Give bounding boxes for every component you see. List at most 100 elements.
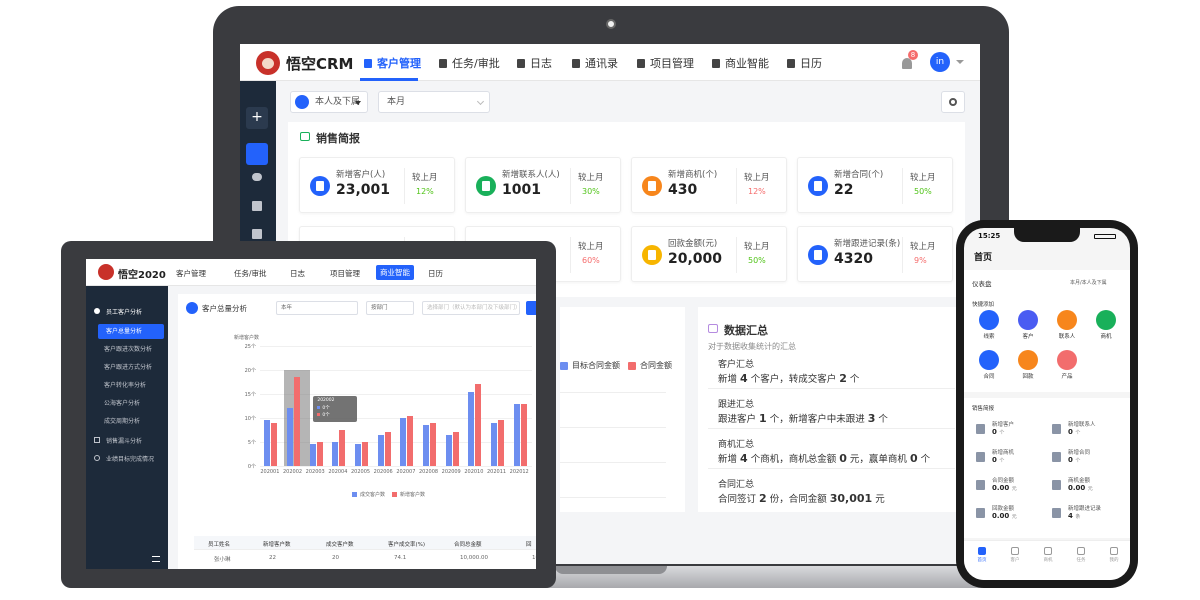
search-button[interactable] [526,301,536,315]
tablet-nav-calendar[interactable]: 日历 [428,268,443,279]
tab-4[interactable]: 任务 [1071,547,1091,563]
quick-add-label: 商机 [1100,334,1112,340]
tab-3[interactable]: 商机 [1038,547,1058,563]
report-value: 0 [992,456,997,464]
chart-tooltip: 202002 0个 0个 [313,396,358,422]
report-icon[interactable] [252,229,262,239]
nav-log[interactable]: 日志 [517,55,552,71]
bar-新增客户数 [407,415,414,466]
dashboard-filter[interactable]: 本月/本人及下属 [1070,279,1107,286]
report-item-icon [1052,424,1061,434]
kpi-compare-label: 较上月 [910,173,936,183]
tab-label: 我的 [1109,558,1119,563]
report-value: 0.00 [1068,484,1086,492]
grid-line [560,497,666,498]
quick-add-5[interactable]: 合同 [974,350,1004,380]
nav-customer[interactable]: 客户管理 [364,55,421,71]
summary-text: 个 [846,374,860,385]
tooltip-row: 0个 [317,412,330,418]
nav-contacts[interactable]: 通讯录 [572,55,618,71]
summary-section-text: 跟进客户 1 个，新增客户中未跟进 3 个 [718,411,888,425]
x-tick-label: 202011 [487,469,507,475]
quick-add-3[interactable]: 联系人 [1052,310,1082,340]
top-nav-bar: 悟空CRM 客户管理 任务/审批 日志 通讯录 项目管理 商业智能 日历 8 i… [240,44,980,81]
sidebar-item-conversion[interactable]: 客户转化率分析 [86,378,168,393]
summary-text: 跟进客户 [718,414,760,425]
quick-add-1[interactable]: 线索 [974,310,1004,340]
report-icon [300,132,310,141]
report-item-label: 新增客户 [992,422,1015,428]
sidebar-item-public[interactable]: 公海客户分析 [86,396,168,411]
report-unit: 个 [999,458,1005,464]
kpi-divider [404,168,405,204]
scope-select[interactable]: 本人及下属 [290,91,368,113]
tablet-nav-log[interactable]: 日志 [290,268,305,279]
kpi-divider [570,237,571,273]
quick-add-icon [1057,310,1077,330]
bar-成交客户数 [332,442,339,466]
quick-add-6[interactable]: 回款 [1013,350,1043,380]
tablet-nav-tasks[interactable]: 任务/审批 [234,268,267,279]
dashboard-icon[interactable] [246,143,268,165]
dept-picker[interactable]: 选择部门（默认为本部门及下级部门） [422,301,520,315]
sidebar-item-follow-method[interactable]: 客户跟进方式分析 [86,360,168,375]
tablet-nav-bi[interactable]: 商业智能 [376,265,414,280]
bar-成交客户数 [513,403,520,466]
nav-label: 日历 [800,57,822,70]
sidebar-item-total[interactable]: 客户总量分析 [98,324,164,339]
sidebar-item-cycle[interactable]: 成交周期分析 [86,414,168,429]
user-icon [94,308,100,314]
tablet-main: 客户总量分析 本年 按部门 选择部门（默认为本部门及下级部门） 新增客户数 25… [178,294,536,569]
period-select[interactable]: 本月 [378,91,490,113]
avatar[interactable]: in [930,52,950,72]
quick-add-7[interactable]: 产品 [1052,350,1082,380]
sidebar-group-funnel[interactable]: 销售漏斗分析 [106,436,142,445]
nav-label: 商业智能 [725,57,769,70]
tablet-top-bar: 悟空2020 客户管理 任务/审批 日志 项目管理 商业智能 日历 [86,259,536,286]
report-item-label: 合同金额 [992,478,1015,484]
dept-select[interactable]: 按部门 [366,301,414,315]
tab-5[interactable]: 我的 [1104,547,1124,563]
tab-1[interactable]: 首页 [972,547,992,563]
tab-2[interactable]: 客户 [1005,547,1025,563]
sidebar-group-target[interactable]: 业绩目标完成情况 [106,454,154,463]
chevron-down-icon[interactable] [956,60,964,64]
nav-calendar[interactable]: 日历 [787,55,822,71]
nav-tasks[interactable]: 任务/审批 [439,55,500,71]
add-icon[interactable]: + [246,107,268,129]
year-select[interactable]: 本年 [276,301,358,315]
legend-swatch-new [392,492,397,497]
summary-section-title: 跟进汇总 [718,400,755,410]
chevron-down-icon [476,97,485,106]
tablet-nav-customer[interactable]: 客户管理 [176,268,206,279]
kpi-value: 430 [668,182,698,198]
summary-text: 元，赢单商机 [846,454,910,465]
menu-collapse-icon[interactable] [152,556,160,562]
bar-新增客户数 [498,420,504,466]
summary-section-title: 客户汇总 [718,360,755,370]
table-cell: 74.1 [394,555,407,561]
report-item-value: 0 个 [992,428,1004,436]
chat-icon[interactable] [252,173,262,181]
quick-add-2[interactable]: 客户 [1013,310,1043,340]
bar-成交客户数 [423,425,429,466]
nav-projects[interactable]: 项目管理 [637,55,694,71]
kpi-compare-label: 较上月 [744,242,770,252]
kpi-card: 新增合同(个) 22 较上月 50% [797,157,953,213]
kpi-percent: 12% [416,187,434,196]
nav-bi[interactable]: 商业智能 [712,55,769,71]
settings-button[interactable] [941,91,965,113]
status-time: 15:25 [978,232,1001,240]
team-icon [295,95,309,109]
tooltip-value: 0个 [322,406,330,411]
summary-text: 元 [872,494,885,505]
quick-add-4[interactable]: 商机 [1091,310,1121,340]
kpi-compare-label: 较上月 [578,242,604,252]
bar-成交客户数 [445,434,452,466]
y-axis-label: 新增客户数 [234,335,260,341]
sidebar-group-employee[interactable]: 员工客户分析 [106,307,142,316]
sidebar-item-follow-count[interactable]: 客户跟进次数分析 [86,342,168,357]
summary-text: 合同签订 [718,494,760,505]
tablet-nav-projects[interactable]: 项目管理 [330,268,360,279]
transfer-icon[interactable] [252,201,262,211]
